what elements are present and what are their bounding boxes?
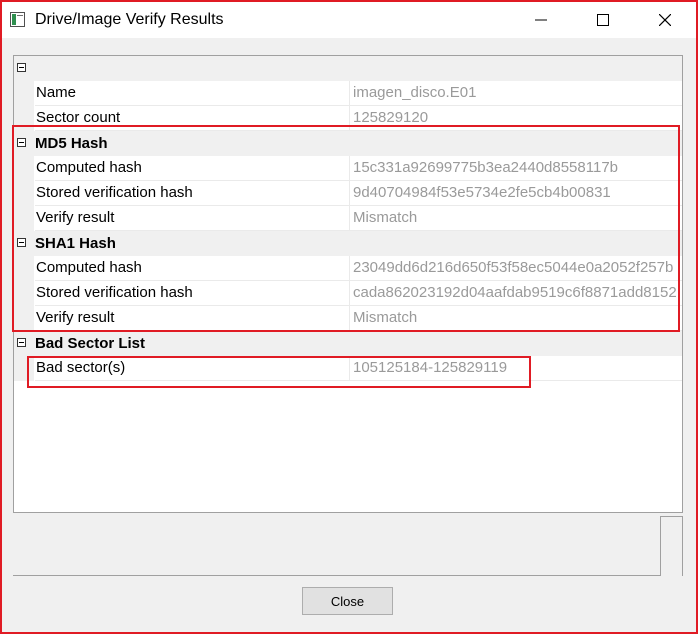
collapse-toggle-icon[interactable]	[17, 138, 26, 147]
property-row-name[interactable]: Name imagen_disco.E01	[14, 81, 682, 106]
property-value[interactable]: 9d40704984f53e5734e2fe5cb4b00831	[350, 181, 682, 206]
property-label: Verify result	[35, 206, 350, 231]
property-label: Bad sector(s)	[35, 356, 350, 381]
row-gutter	[14, 256, 34, 281]
property-value[interactable]: Mismatch	[350, 206, 682, 231]
property-label: Stored verification hash	[35, 181, 350, 206]
row-gutter	[14, 356, 34, 381]
property-label: Computed hash	[35, 156, 350, 181]
property-grid[interactable]: Name imagen_disco.E01 Sector count 12582…	[13, 55, 683, 513]
property-value[interactable]: imagen_disco.E01	[350, 81, 682, 106]
property-row-bad-sectors[interactable]: Bad sector(s) 105125184-125829119	[14, 356, 682, 381]
row-gutter	[14, 306, 34, 331]
property-value[interactable]: 125829120	[350, 106, 682, 131]
maximize-icon	[597, 14, 609, 26]
description-panel-edge	[660, 516, 682, 576]
property-label: Sector count	[35, 106, 350, 131]
category-label: MD5 Hash	[35, 135, 108, 152]
category-label: Bad Sector List	[35, 335, 146, 352]
close-window-button[interactable]	[634, 2, 696, 38]
app-window-icon	[10, 12, 25, 27]
property-label: Name	[35, 81, 350, 106]
property-label: Stored verification hash	[35, 281, 350, 306]
row-gutter	[14, 281, 34, 306]
row-gutter	[14, 81, 34, 106]
title-bar[interactable]: Drive/Image Verify Results	[2, 2, 696, 38]
row-gutter	[14, 206, 34, 231]
window-title: Drive/Image Verify Results	[35, 11, 224, 28]
bad-sector-category-header[interactable]: Bad Sector List	[14, 331, 682, 356]
property-row-sha1-computed[interactable]: Computed hash 23049dd6d216d650f53f58ec50…	[14, 256, 682, 281]
minimize-icon	[535, 19, 547, 21]
minimize-button[interactable]	[510, 2, 572, 38]
property-value[interactable]: 15c331a92699775b3ea2440d8558117b	[350, 156, 682, 181]
property-row-sector-count[interactable]: Sector count 125829120	[14, 106, 682, 131]
row-gutter	[14, 156, 34, 181]
row-gutter	[14, 106, 34, 131]
property-row-sha1-stored[interactable]: Stored verification hash cada862023192d0…	[14, 281, 682, 306]
property-label: Verify result	[35, 306, 350, 331]
property-label: Computed hash	[35, 256, 350, 281]
property-value[interactable]: Mismatch	[350, 306, 682, 331]
close-button[interactable]: Close	[302, 587, 393, 615]
close-icon	[659, 14, 671, 26]
description-panel	[13, 516, 683, 576]
property-row-md5-stored[interactable]: Stored verification hash 9d40704984f53e5…	[14, 181, 682, 206]
collapse-toggle-icon[interactable]	[17, 238, 26, 247]
general-category-header[interactable]	[14, 56, 682, 81]
category-label: SHA1 Hash	[35, 235, 116, 252]
maximize-button[interactable]	[572, 2, 634, 38]
property-value[interactable]: 105125184-125829119	[350, 356, 682, 381]
md5-category-header[interactable]: MD5 Hash	[14, 131, 682, 156]
property-value[interactable]: 23049dd6d216d650f53f58ec5044e0a2052f257b	[350, 256, 682, 281]
property-row-md5-computed[interactable]: Computed hash 15c331a92699775b3ea2440d85…	[14, 156, 682, 181]
property-row-sha1-verify[interactable]: Verify result Mismatch	[14, 306, 682, 331]
property-row-md5-verify[interactable]: Verify result Mismatch	[14, 206, 682, 231]
collapse-toggle-icon[interactable]	[17, 338, 26, 347]
property-value[interactable]: cada862023192d04aafdab9519c6f8871add8152	[350, 281, 682, 306]
collapse-toggle-icon[interactable]	[17, 63, 26, 72]
verify-results-window: Drive/Image Verify Results Name imagen_d…	[0, 0, 698, 634]
sha1-category-header[interactable]: SHA1 Hash	[14, 231, 682, 256]
row-gutter	[14, 181, 34, 206]
